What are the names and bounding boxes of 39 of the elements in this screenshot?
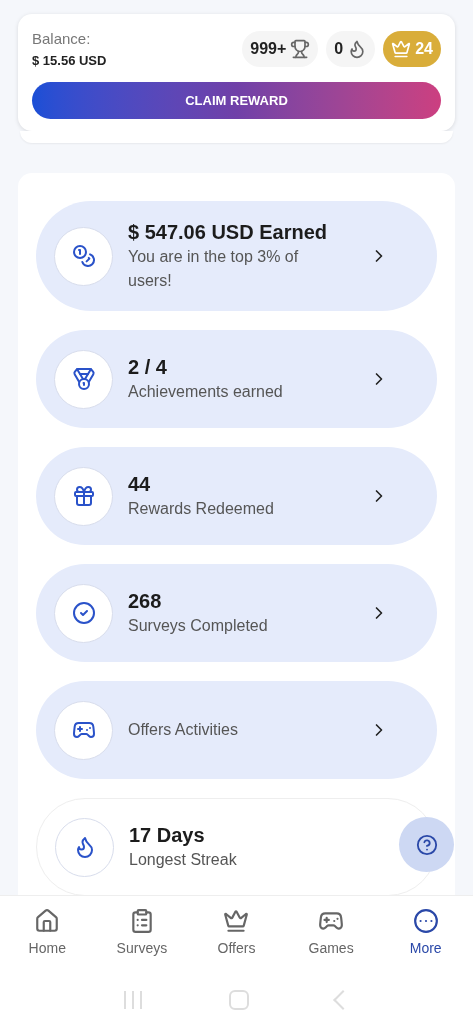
stat-title: 2 / 4 bbox=[128, 355, 168, 380]
badge-count: 24 bbox=[415, 39, 433, 59]
nav-tab[interactable]: More bbox=[378, 908, 473, 975]
nav-tab[interactable]: Home bbox=[0, 908, 95, 975]
stat-row[interactable]: Offers Activities bbox=[36, 681, 437, 779]
stat-subtitle: Surveys Completed bbox=[128, 616, 269, 636]
balance-value: $ 15.56 USD bbox=[32, 51, 107, 70]
stat-subtitle: Rewards Redeemed bbox=[128, 499, 275, 519]
stat-row[interactable]: 44 Rewards Redeemed bbox=[36, 447, 437, 545]
trophy-icon bbox=[290, 39, 311, 59]
stat-title: 268 bbox=[128, 589, 163, 614]
stat-row[interactable]: 268 Surveys Completed bbox=[36, 564, 437, 662]
home-button-icon[interactable] bbox=[228, 989, 249, 1010]
stat-subtitle: Longest Streak bbox=[129, 850, 238, 870]
stat-subtitle: Offers Activities bbox=[128, 720, 239, 740]
badge-count: 999+ bbox=[250, 39, 287, 59]
gift-icon bbox=[71, 484, 96, 508]
claim-reward-button[interactable]: CLAIM REWARD bbox=[32, 82, 441, 119]
stat-subtitle: You are in the top 3% of users! bbox=[128, 247, 300, 291]
coins-icon bbox=[71, 244, 96, 268]
check-circle-icon bbox=[71, 601, 96, 625]
stat-row[interactable]: $ 547.06 USD Earned You are in the top 3% of users! bbox=[36, 201, 437, 311]
medal-icon bbox=[71, 367, 96, 391]
home-icon bbox=[34, 908, 61, 934]
nav-tab[interactable]: Surveys bbox=[94, 908, 190, 975]
stat-subtitle: Achievements earned bbox=[128, 382, 284, 402]
nav-tab[interactable]: Games bbox=[283, 908, 379, 975]
crown-icon bbox=[391, 39, 412, 59]
recent-apps-icon[interactable] bbox=[123, 990, 142, 1009]
crown-icon bbox=[223, 908, 250, 934]
stat-row[interactable]: 2 / 4 Achievements earned bbox=[36, 330, 437, 428]
stat-title: $ 547.06 USD Earned bbox=[128, 220, 328, 245]
balance-label: Balance: bbox=[32, 29, 92, 49]
stat-title: 17 Days bbox=[129, 823, 206, 848]
nav-tab[interactable]: Offers bbox=[189, 908, 284, 975]
help-icon bbox=[415, 833, 438, 856]
badge-count: 0 bbox=[334, 39, 344, 59]
stat-title: 44 bbox=[128, 472, 152, 497]
more-icon bbox=[412, 908, 439, 934]
